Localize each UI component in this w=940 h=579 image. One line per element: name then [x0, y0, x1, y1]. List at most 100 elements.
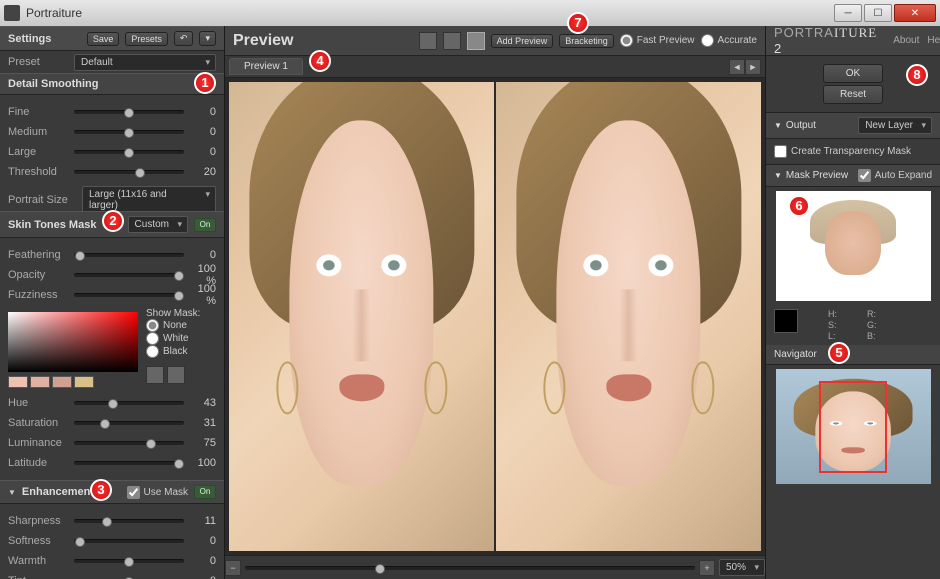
slider-label: Medium: [8, 126, 70, 138]
maximize-button[interactable]: ☐: [864, 4, 892, 22]
zoom-dropdown[interactable]: 50%: [719, 559, 765, 576]
callout-8: 8: [906, 64, 928, 86]
output-label: Output: [786, 120, 816, 131]
zoom-in-button[interactable]: +: [699, 560, 715, 576]
auto-expand-checkbox[interactable]: Auto Expand: [858, 169, 932, 182]
transparency-checkbox[interactable]: Create Transparency Mask: [774, 145, 932, 158]
right-panel: PORTRAITURE 2 About Help OK Reset 8 ▼Out…: [765, 26, 940, 579]
about-link[interactable]: About: [893, 35, 919, 46]
undo-button[interactable]: ↶: [174, 31, 194, 46]
fuzziness-slider[interactable]: [74, 293, 184, 297]
luminance-slider[interactable]: [74, 441, 184, 445]
view-split-v-icon[interactable]: [467, 32, 485, 50]
slider-value: 43: [188, 397, 216, 409]
callout-7: 7: [567, 12, 589, 34]
slider-label: Fine: [8, 106, 70, 118]
color-sample: [774, 309, 798, 333]
redo-button[interactable]: ▾: [199, 31, 216, 46]
preset-dropdown[interactable]: Default: [74, 54, 216, 71]
large-slider[interactable]: [74, 150, 184, 154]
slider-value: 0: [188, 146, 216, 158]
presets-button[interactable]: Presets: [125, 32, 168, 46]
slider-label: Luminance: [8, 437, 70, 449]
navigator-image[interactable]: [776, 369, 931, 484]
mask-white-radio[interactable]: White: [146, 332, 200, 345]
zoom-slider[interactable]: [245, 566, 695, 570]
callout-2: 2: [102, 210, 124, 232]
slider-label: Large: [8, 146, 70, 158]
slider-label: Sharpness: [8, 515, 70, 527]
slider-value: 0: [188, 555, 216, 567]
navigator-rect[interactable]: [819, 381, 887, 473]
enh-on-toggle[interactable]: On: [194, 485, 216, 499]
swatch[interactable]: [52, 376, 72, 388]
fine-slider[interactable]: [74, 110, 184, 114]
settings-panel: Settings Save Presets ↶ ▾ Preset Default…: [0, 26, 225, 579]
eyedropper-icon[interactable]: [146, 366, 164, 384]
hue-slider[interactable]: [74, 401, 184, 405]
color-picker[interactable]: [8, 312, 138, 372]
slider-value: 11: [188, 515, 216, 527]
callout-6: 6: [788, 195, 810, 217]
help-link[interactable]: Help: [927, 35, 940, 46]
minimize-button[interactable]: ─: [834, 4, 862, 22]
sharpness-slider[interactable]: [74, 519, 184, 523]
skin-on-toggle[interactable]: On: [194, 218, 216, 232]
slider-value: 75: [188, 437, 216, 449]
show-mask-label: Show Mask:: [146, 308, 200, 319]
slider-value: 0: [188, 249, 216, 261]
save-button[interactable]: Save: [87, 32, 120, 46]
zoom-out-button[interactable]: −: [225, 560, 241, 576]
preview-panel: Preview Add Preview Bracketing 7 Fast Pr…: [225, 26, 765, 579]
fast-preview-radio[interactable]: Fast Preview: [620, 34, 695, 47]
slider-label: Threshold: [8, 166, 70, 178]
feathering-slider[interactable]: [74, 253, 184, 257]
slider-label: Fuzziness: [8, 289, 70, 301]
latitude-slider[interactable]: [74, 461, 184, 465]
detail-smoothing-title: Detail Smoothing: [8, 78, 216, 90]
preview-tab[interactable]: Preview 1: [229, 58, 303, 75]
eyedropper-minus-icon[interactable]: [167, 366, 185, 384]
bracketing-button[interactable]: Bracketing: [559, 34, 614, 48]
tab-prev-button[interactable]: ◄: [729, 59, 745, 75]
portrait-size-label: Portrait Size: [8, 194, 78, 206]
preview-after[interactable]: [496, 82, 761, 551]
mask-none-radio[interactable]: None: [146, 319, 200, 332]
callout-1: 1: [194, 72, 216, 94]
settings-title: Settings: [8, 33, 81, 45]
swatch[interactable]: [74, 376, 94, 388]
view-single-icon[interactable]: [419, 32, 437, 50]
mask-black-radio[interactable]: Black: [146, 345, 200, 358]
slider-value: 0: [188, 535, 216, 547]
portrait-size-dropdown[interactable]: Large (11x16 and larger): [82, 186, 216, 214]
callout-4: 4: [309, 50, 331, 72]
slider-value: 100: [188, 457, 216, 469]
slider-label: Hue: [8, 397, 70, 409]
swatch[interactable]: [8, 376, 28, 388]
reset-button[interactable]: Reset: [823, 85, 883, 104]
window-titlebar: Portraiture ─ ☐ ✕: [0, 0, 940, 26]
close-button[interactable]: ✕: [894, 4, 936, 22]
slider-label: Saturation: [8, 417, 70, 429]
accurate-radio[interactable]: Accurate: [701, 34, 757, 47]
use-mask-checkbox[interactable]: Use Mask: [127, 486, 188, 499]
softness-slider[interactable]: [74, 539, 184, 543]
slider-value: 100 %: [188, 283, 216, 307]
output-dropdown[interactable]: New Layer: [858, 117, 932, 134]
add-preview-button[interactable]: Add Preview: [491, 34, 554, 48]
preview-before[interactable]: [229, 82, 494, 551]
opacity-slider[interactable]: [74, 273, 184, 277]
slider-label: Latitude: [8, 457, 70, 469]
slider-label: Warmth: [8, 555, 70, 567]
threshold-slider[interactable]: [74, 170, 184, 174]
ok-button[interactable]: OK: [823, 64, 883, 83]
app-icon: [4, 5, 20, 21]
callout-3: 3: [90, 479, 112, 501]
skin-mode-dropdown[interactable]: Custom: [128, 216, 188, 233]
tab-next-button[interactable]: ►: [745, 59, 761, 75]
view-split-h-icon[interactable]: [443, 32, 461, 50]
saturation-slider[interactable]: [74, 421, 184, 425]
medium-slider[interactable]: [74, 130, 184, 134]
warmth-slider[interactable]: [74, 559, 184, 563]
swatch[interactable]: [30, 376, 50, 388]
